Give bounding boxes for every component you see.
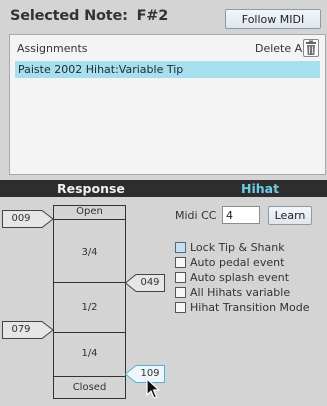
selected-note-heading: Selected Note: F#2 [10, 8, 168, 24]
selected-note-value: F#2 [136, 8, 169, 24]
checkbox[interactable] [175, 256, 186, 268]
checkbox[interactable] [175, 301, 186, 313]
option-auto-pedal-event[interactable]: Auto pedal event [175, 255, 284, 269]
checkbox[interactable] [175, 241, 186, 253]
ladder-divider [54, 376, 125, 377]
response-ladder[interactable]: Open 3/4 1/2 1/4 Closed [53, 205, 126, 399]
checkbox[interactable] [175, 286, 186, 298]
assignments-label: Assignments [17, 42, 88, 55]
checkbox[interactable] [175, 271, 186, 283]
assignments-panel: Assignments Delete All Paiste 2002 Hihat… [9, 34, 326, 175]
midi-cc-field[interactable] [222, 206, 260, 224]
option-lock-tip-shank[interactable]: Lock Tip & Shank [175, 240, 285, 254]
zone-three-quarter-label: 3/4 [81, 247, 98, 258]
threshold-tag-left[interactable]: 079 [2, 321, 54, 339]
midi-cc-label: Midi CC [175, 209, 217, 222]
ladder-divider [54, 219, 125, 220]
section-header-bar: Response Hihat [0, 180, 327, 197]
option-all-hihats-variable[interactable]: All Hihats variable [175, 285, 290, 299]
threshold-tag-value: 049 [140, 277, 160, 288]
threshold-tag-value: 079 [11, 324, 31, 335]
threshold-tag-value: 009 [11, 213, 31, 224]
option-label: Lock Tip & Shank [190, 240, 285, 254]
selected-note-label: Selected Note: [10, 8, 128, 24]
ladder-divider [54, 332, 125, 333]
learn-button[interactable]: Learn [268, 206, 312, 225]
zone-closed-label: Closed [72, 382, 107, 393]
threshold-tag-right[interactable]: 049 [125, 274, 165, 292]
follow-midi-button[interactable]: Follow MIDI [225, 9, 321, 29]
mouse-cursor-icon [146, 378, 162, 404]
delete-all-button[interactable]: Delete All [255, 42, 308, 55]
option-label: Auto pedal event [190, 255, 285, 269]
zone-quarter-label: 1/4 [81, 348, 98, 359]
assignment-list-item[interactable]: Paiste 2002 Hihat:Variable Tip [15, 61, 320, 78]
option-label: All Hihats variable [190, 285, 291, 299]
zone-open-label: Open [76, 206, 103, 217]
option-label: Hihat Transition Mode [190, 300, 310, 314]
option-auto-splash-event[interactable]: Auto splash event [175, 270, 289, 284]
threshold-tag-left[interactable]: 009 [2, 210, 54, 228]
trash-icon[interactable] [303, 39, 319, 57]
response-title: Response [57, 181, 125, 196]
option-hihat-transition-mode[interactable]: Hihat Transition Mode [175, 300, 310, 314]
zone-half-label: 1/2 [81, 302, 98, 313]
hihat-title: Hihat [241, 181, 280, 196]
ladder-divider [54, 282, 125, 283]
option-label: Auto splash event [190, 270, 290, 284]
